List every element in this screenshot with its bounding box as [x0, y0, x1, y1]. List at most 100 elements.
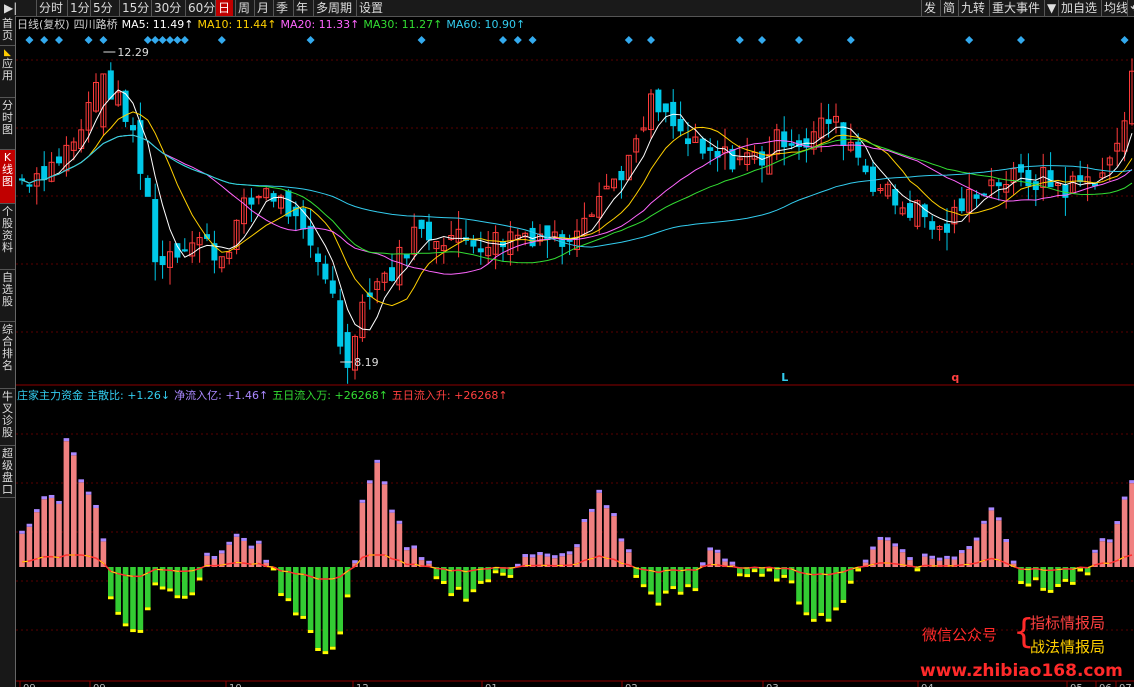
sidebar-item-4[interactable]: 个股资料	[0, 204, 15, 270]
flow-bar-cap	[507, 574, 514, 578]
flow-bar-cap	[145, 607, 151, 611]
sidebar-label: 超级盘口	[2, 447, 13, 496]
flow-bar-cap	[959, 550, 965, 554]
toolbar-right-3[interactable]: 重大事件	[989, 0, 1042, 16]
candle-body	[130, 125, 136, 131]
sidebar-item-3[interactable]: K线图	[0, 150, 15, 204]
toolbar-button-8[interactable]: 周	[235, 0, 252, 16]
high-price-label: 12.29	[117, 46, 148, 59]
signal-diamond	[1120, 36, 1129, 44]
signal-label: q	[951, 371, 959, 384]
toolbar-button-3[interactable]: 5分	[90, 0, 117, 16]
flow-bar-cap	[618, 538, 625, 542]
toolbar-button-10[interactable]: 季	[273, 0, 291, 16]
signal-diamond	[647, 36, 655, 44]
flow-bar-cap	[337, 631, 343, 635]
flow-bar-cap	[1114, 521, 1120, 525]
sidebar-item-1[interactable]: ◣ 应用	[0, 46, 15, 98]
toolbar-button-12[interactable]: 多周期	[313, 0, 354, 16]
candle-body	[307, 225, 314, 246]
sidebar-item-5[interactable]: 自选股	[0, 270, 15, 322]
sidebar-label: 自选股	[2, 271, 13, 308]
flow-bar-cap	[566, 551, 573, 555]
flow-bar-cap	[537, 552, 543, 556]
flow-bar-cap	[929, 555, 935, 559]
sub_info-3: 五日流入万: +26268↑	[272, 389, 388, 402]
flow-bar-cap	[1033, 577, 1039, 581]
candle-body	[870, 166, 876, 192]
toolbar-right-0[interactable]: 发	[921, 0, 938, 16]
kline-chart[interactable]: 12.298.19Lq0909101201020304050607	[16, 16, 1134, 687]
toolbar-button-5[interactable]: 30分	[151, 0, 182, 16]
flow-bar-cap	[640, 584, 647, 588]
toolbar-button-2[interactable]: 1分	[67, 0, 90, 16]
flow-bar-cap	[988, 507, 995, 511]
toolbar-button-11[interactable]: 年	[293, 0, 311, 16]
flow-bar-cap	[159, 586, 166, 590]
flow-bar-cap	[26, 523, 33, 527]
flow-bar-cap	[71, 452, 77, 456]
candle-body	[995, 182, 1002, 187]
toolbar-button-7[interactable]: 日	[215, 0, 233, 16]
signal-diamond	[151, 36, 160, 44]
flow-bar-cap	[611, 513, 617, 517]
signal-diamond	[795, 36, 803, 44]
toolbar-right-7[interactable]: ⟲	[1127, 0, 1134, 16]
candle-body	[677, 118, 684, 132]
candle-body	[41, 166, 48, 181]
flow-bar-cap	[774, 578, 780, 582]
flow-bar-cap	[581, 519, 588, 523]
candle-body	[559, 234, 566, 247]
toolbar-right-5[interactable]: 加自选	[1058, 0, 1099, 16]
main_info-2: MA5: 11.49↑	[121, 18, 194, 31]
flow-bar-cap	[85, 491, 92, 495]
flow-bar-cap	[226, 541, 232, 545]
flow-bar-cap	[322, 651, 329, 655]
sidebar-item-8[interactable]: 超级盘口	[0, 446, 15, 498]
sidebar-item-7[interactable]: 牛叉诊股	[0, 389, 15, 446]
flow-bar-cap	[714, 549, 721, 553]
watermark-wechat: 微信公众号	[922, 626, 998, 644]
flow-bar-cap	[877, 536, 884, 540]
toolbar-button-4[interactable]: 15分	[119, 0, 149, 16]
flow-bar-cap	[870, 546, 876, 550]
main_info-3: MA10: 11.44↑	[197, 18, 277, 31]
date-label: 02	[625, 683, 638, 687]
flow-bar-cap	[670, 586, 676, 590]
toolbar-button-0[interactable]: ▶|	[2, 0, 32, 16]
watermark-url: www.zhibiao168.com	[920, 661, 1123, 681]
flow-bar-cap	[737, 573, 743, 577]
sidebar-item-0[interactable]: 首页	[0, 16, 15, 46]
toolbar-right-2[interactable]: 九转	[958, 0, 987, 16]
flow-bar-cap	[862, 559, 869, 563]
date-label: 01	[485, 683, 498, 687]
flow-bar-cap	[211, 556, 218, 560]
toolbar-button-9[interactable]: 月	[254, 0, 271, 16]
toolbar-button-1[interactable]: 分时	[36, 0, 64, 16]
left-sidebar: 首页 ◣ 应用 分时图 K线图 个股资料 自选股综合排名 牛叉诊股超级盘口	[0, 16, 16, 687]
flow-bar-cap	[544, 553, 551, 557]
signal-diamond	[758, 36, 766, 44]
toolbar-right-6[interactable]: 均线	[1101, 0, 1128, 16]
toolbar-right-4[interactable]: ▼	[1044, 0, 1056, 16]
sidebar-label: 牛叉诊股	[2, 390, 13, 439]
flow-bar-cap	[219, 550, 225, 554]
flow-bar-cap	[411, 545, 417, 549]
toolbar-button-13[interactable]: 设置	[356, 0, 383, 16]
candle-body	[19, 178, 25, 181]
flow-bar-cap	[922, 553, 928, 557]
sidebar-item-6[interactable]: 综合排名	[0, 322, 15, 389]
toolbar-button-6[interactable]: 60分	[185, 0, 215, 16]
sub_info-1: 主散比: +1.26↓	[87, 389, 171, 402]
signal-diamond	[173, 36, 182, 44]
flow-bar-cap	[19, 530, 25, 534]
flow-bar-cap	[1092, 549, 1098, 553]
signal-diamond	[166, 36, 174, 44]
watermark-name-2: 战法情报局	[1030, 638, 1106, 656]
toolbar-right-1[interactable]: 简	[940, 0, 956, 16]
sidebar-item-2[interactable]: 分时图	[0, 98, 15, 150]
ma-info-bar: 日线(复权) 四川路桥 MA5: 11.49↑ MA10: 11.44↑ MA20: 1…	[17, 18, 529, 32]
flow-bar-cap	[840, 599, 847, 603]
flow-bar-cap	[633, 574, 639, 578]
flow-bar-cap	[492, 570, 499, 574]
